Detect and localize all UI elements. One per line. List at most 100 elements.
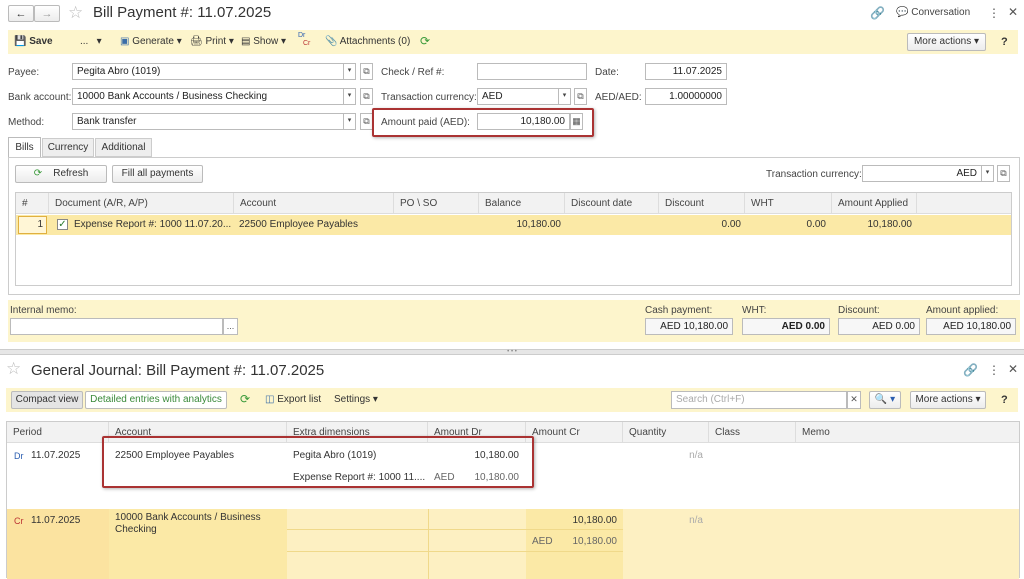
nav-back-button[interactable]: ← (8, 5, 34, 22)
tab-bills[interactable]: Bills (8, 137, 41, 157)
more-actions-button[interactable]: More actions ▾ (907, 33, 986, 51)
journal-more-actions-button[interactable]: More actions ▾ (910, 391, 986, 409)
tab-currency[interactable]: Currency (42, 138, 94, 157)
row-amount-applied: 10,180.00 (867, 219, 913, 230)
link-icon[interactable]: 🔗 (870, 6, 885, 20)
method-dropdown-icon[interactable]: ▾ (343, 113, 356, 130)
bank-account-field[interactable]: 10000 Bank Accounts / Business Checking (72, 88, 344, 105)
col-discount-date[interactable]: Discount date (565, 193, 659, 214)
journal-menu-dots-icon[interactable]: ⋮ (988, 363, 1000, 377)
journal-refresh-icon[interactable]: ⟳ (240, 392, 250, 406)
window-splitter[interactable]: • • • (0, 349, 1024, 355)
journal-help-button[interactable]: ? (1001, 394, 1008, 406)
col-discount[interactable]: Discount (659, 193, 745, 214)
dr-row-highlight (102, 436, 534, 488)
tx-currency-open-icon[interactable]: ⧉ (997, 165, 1010, 182)
row-number: 1 (18, 216, 47, 234)
generate-button[interactable]: ▣ Generate ▾ (120, 36, 182, 47)
menu-dots-icon[interactable]: ⋮ (988, 6, 1000, 20)
search-button[interactable]: 🔍 ▾ (869, 391, 901, 409)
settings-button[interactable]: Settings ▾ (334, 394, 378, 405)
cr-quantity: n/a (689, 515, 703, 526)
journal-cr-row[interactable]: Cr 11.07.2025 10000 Bank Accounts / Busi… (7, 509, 1019, 579)
col-class[interactable]: Class (709, 422, 796, 443)
conversation-button[interactable]: 💬 Conversation (896, 7, 970, 18)
discount-label: Discount: (838, 305, 880, 316)
journal-favorite-star-icon[interactable]: ☆ (6, 359, 21, 379)
internal-memo-field[interactable] (10, 318, 223, 335)
method-field[interactable]: Bank transfer (72, 113, 344, 130)
attachments-button[interactable]: 📎 Attachments (0) (325, 36, 410, 47)
col-amount-cr[interactable]: Amount Cr (526, 422, 623, 443)
fill-all-payments-button[interactable]: Fill all payments (112, 165, 203, 183)
save-icon: 💾 (14, 36, 27, 47)
export-label: Export list (277, 394, 322, 405)
tx-currency-field[interactable]: AED (862, 165, 982, 182)
page-title: Bill Payment #: 11.07.2025 (93, 4, 272, 21)
show-button[interactable]: ▤ Show ▾ (241, 36, 286, 47)
export-icon: ◫ (265, 394, 275, 405)
transaction-currency-field[interactable]: AED (477, 88, 559, 105)
show-icon: ▤ (241, 36, 251, 47)
tx-currency-label: Transaction currency: (766, 169, 862, 180)
print-button[interactable]: 🖨 Print ▾ (190, 36, 234, 47)
wht-value: AED 0.00 (742, 318, 830, 335)
journal-link-icon[interactable]: 🔗 (963, 363, 978, 377)
compact-view-button[interactable]: Compact view (11, 391, 83, 409)
bills-table-header: # Document (A/R, A/P) Account PO \ SO Ba… (16, 193, 1011, 214)
cr-label: Cr (303, 40, 311, 47)
save-button[interactable]: 💾 Save (14, 36, 53, 47)
discount-value: AED 0.00 (838, 318, 920, 335)
refresh-icon[interactable]: ⟳ (420, 34, 430, 48)
row-account: 22500 Employee Payables (239, 219, 358, 230)
journal-search-input[interactable]: Search (Ctrl+F) (671, 391, 847, 409)
dr-period: 11.07.2025 (31, 450, 81, 461)
currency-dropdown-icon[interactable]: ▾ (558, 88, 571, 105)
table-row[interactable]: 1 ✓ Expense Report #: 1000 11.07.20... 2… (16, 215, 1011, 235)
close-icon[interactable]: ✕ (1008, 5, 1018, 19)
row-checkbox[interactable]: ✓ (57, 219, 68, 230)
refresh-button[interactable]: ⟳ Refresh (15, 165, 107, 183)
row-balance: 10,180.00 (516, 219, 562, 230)
more-dots-label: ... (80, 36, 89, 47)
row-discount: 0.00 (721, 219, 741, 230)
help-button[interactable]: ? (1001, 36, 1008, 48)
col-po-so[interactable]: PO \ SO (394, 193, 479, 214)
detailed-entries-button[interactable]: Detailed entries with analytics (85, 391, 227, 409)
col-quantity[interactable]: Quantity (623, 422, 709, 443)
date-label: Date: (595, 67, 619, 78)
dr-cr-button[interactable]: Dr Cr (298, 32, 310, 48)
col-balance[interactable]: Balance (479, 193, 565, 214)
nav-forward-button[interactable]: → (34, 5, 60, 22)
bank-account-dropdown-icon[interactable]: ▾ (343, 88, 356, 105)
bank-account-open-icon[interactable]: ⧉ (360, 88, 373, 105)
journal-more-actions-label: More actions (915, 394, 973, 405)
check-ref-field[interactable] (477, 63, 587, 80)
cash-payment-value: AED 10,180.00 (645, 318, 733, 335)
col-memo[interactable]: Memo (796, 422, 1019, 443)
journal-close-icon[interactable]: ✕ (1008, 362, 1018, 376)
col-amount-applied[interactable]: Amount Applied (832, 193, 917, 214)
payee-dropdown-icon[interactable]: ▾ (343, 63, 356, 80)
refresh-label: Refresh (53, 168, 89, 179)
search-clear-icon[interactable]: ✕ (847, 391, 861, 409)
col-account[interactable]: Account (234, 193, 394, 214)
payee-field[interactable]: Pegita Abro (1019) (72, 63, 344, 80)
tx-currency-dropdown-icon[interactable]: ▾ (981, 165, 994, 182)
payee-open-icon[interactable]: ⧉ (360, 63, 373, 80)
row-wht: 0.00 (806, 219, 826, 230)
date-field[interactable]: 11.07.2025 (645, 63, 727, 80)
exchange-rate-field[interactable]: 1.00000000 (645, 88, 727, 105)
currency-open-icon[interactable]: ⧉ (574, 88, 587, 105)
export-list-button[interactable]: ◫ Export list (265, 394, 321, 405)
col-period[interactable]: Period (7, 422, 109, 443)
favorite-star-icon[interactable]: ☆ (68, 3, 83, 23)
col-number[interactable]: # (16, 193, 49, 214)
generate-icon: ▣ (120, 36, 130, 47)
print-label: Print (205, 36, 227, 47)
memo-expand-button[interactable]: ... (223, 318, 238, 335)
col-document[interactable]: Document (A/R, A/P) (49, 193, 234, 214)
more-dots-button[interactable]: ... ▾ (80, 36, 102, 47)
tab-additional[interactable]: Additional (95, 138, 152, 157)
col-wht[interactable]: WHT (745, 193, 832, 214)
